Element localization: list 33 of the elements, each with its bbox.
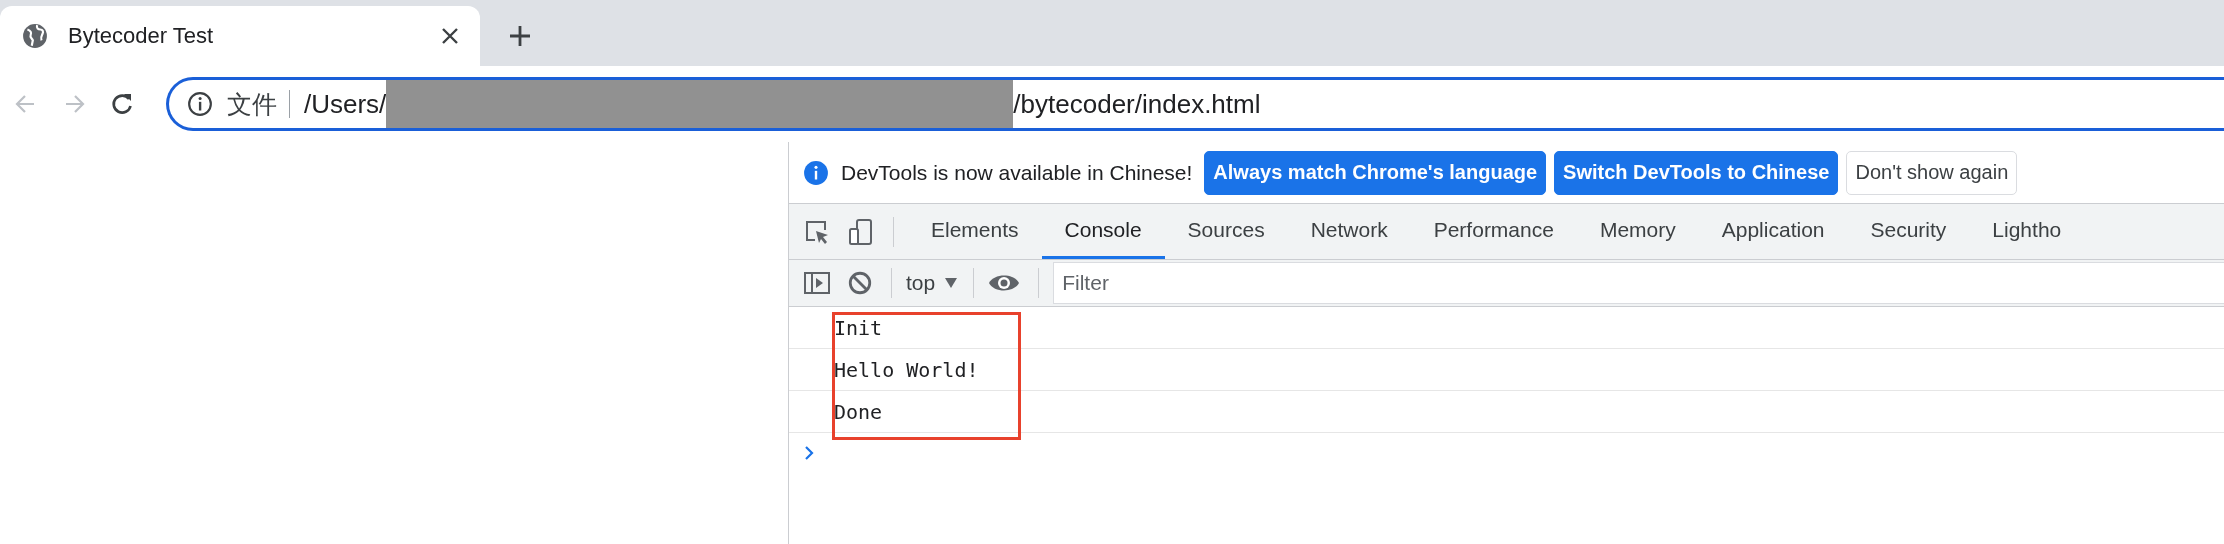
address-bar[interactable]: 文件 /Users/ /bytecoder/index.html [166,77,2224,131]
devtools-tab[interactable]: Performance [1410,204,1577,259]
sidebar-toggle-icon[interactable] [803,269,831,297]
clear-icon[interactable] [847,270,873,296]
console-message: Done [834,399,883,424]
console-message: Init [834,315,883,340]
devtools-tab[interactable]: Memory [1576,204,1699,259]
prompt-chevron-icon[interactable] [804,446,814,460]
close-icon[interactable] [440,26,460,46]
url-text: /bytecoder/index.html [1013,88,1261,120]
info-message: DevTools is now available in Chinese! [841,160,1193,185]
console-message: Hello World! [834,357,979,382]
devtools-tab[interactable]: Application [1698,204,1848,259]
tab-title: Bytecoder Test [68,23,215,49]
info-icon[interactable] [187,91,213,117]
infobar-button[interactable]: Don't show again [1846,150,2018,195]
url-text: /Users/ [304,88,387,120]
devtools-tab[interactable]: Network [1287,204,1411,259]
infobar-button[interactable]: Switch DevTools to Chinese [1554,150,1839,195]
devtools-tab[interactable]: Lightho [1969,204,2085,259]
globe-icon [22,23,48,49]
devtools-tab[interactable]: Sources [1164,204,1288,259]
infobar-button[interactable]: Always match Chrome's language [1204,150,1547,195]
filter-field[interactable]: Filter [1053,262,2224,304]
devtools-tab[interactable]: Security [1847,204,1970,259]
new-tab-icon[interactable] [508,24,532,48]
security-label: 文件 [227,88,277,120]
devtools-tab[interactable]: Elements [908,204,1042,259]
caret-icon [945,278,958,288]
device-icon[interactable] [847,217,875,246]
browser-tab[interactable]: Bytecoder Test [0,6,480,66]
info-icon [803,159,829,186]
context-dropdown[interactable]: top [906,271,958,295]
